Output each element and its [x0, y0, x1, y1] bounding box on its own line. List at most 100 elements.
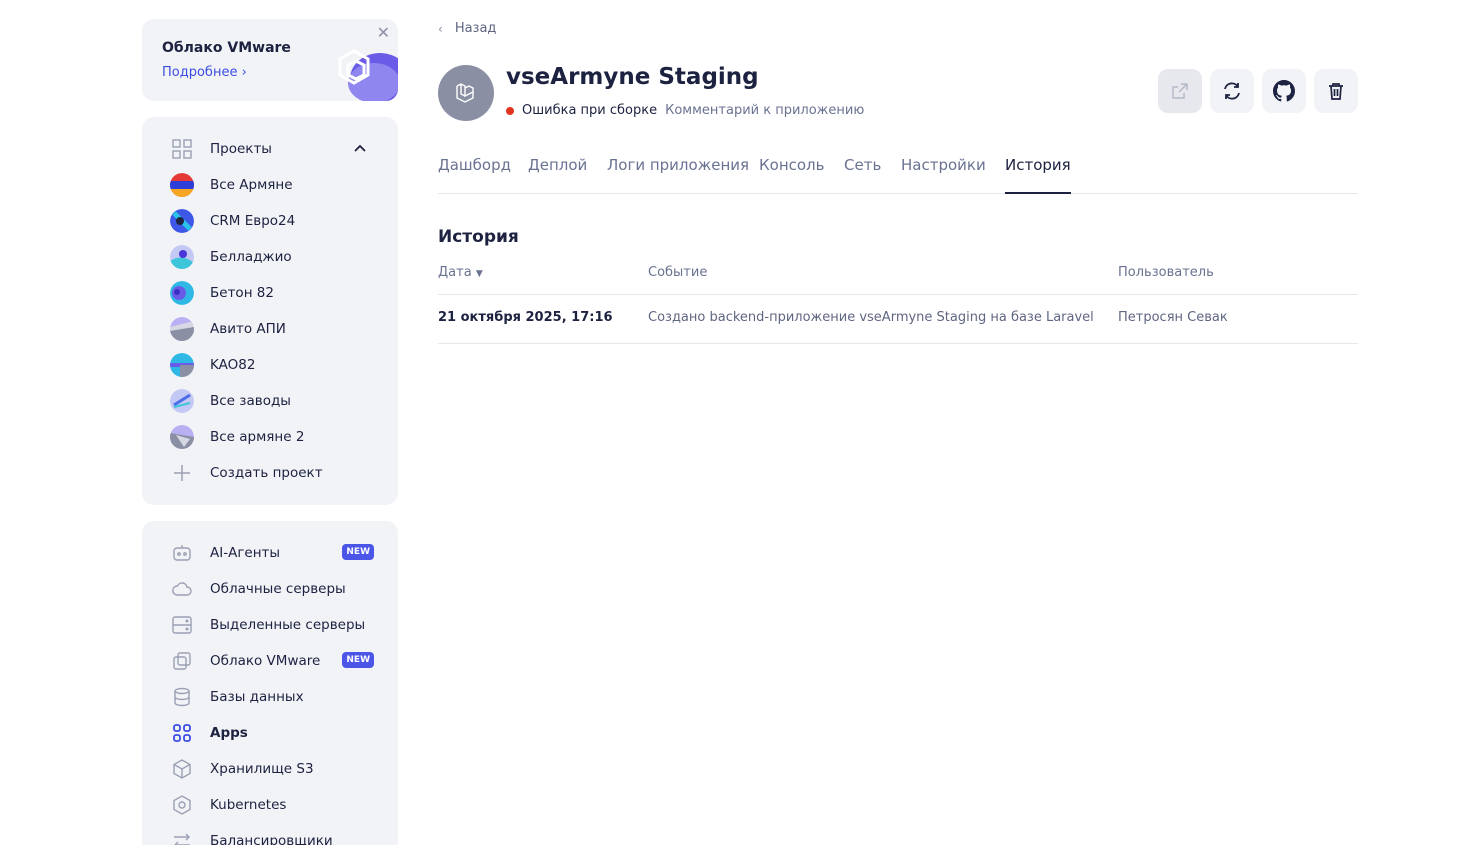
- create-project-label: Создать проект: [210, 465, 323, 481]
- server-icon: [170, 613, 194, 637]
- sidebar-item-label: Облако VMware: [210, 653, 321, 669]
- projects-header[interactable]: Проекты: [170, 137, 374, 161]
- project-item-vse-zavody[interactable]: Все заводы: [170, 389, 374, 413]
- project-avatar: [170, 317, 194, 341]
- project-item-beton-82[interactable]: Бетон 82: [170, 281, 374, 305]
- table-row-divider: [438, 343, 1358, 344]
- table-header-divider: [438, 294, 1358, 295]
- tab-console[interactable]: Консоль: [759, 156, 825, 194]
- project-avatar: [170, 425, 194, 449]
- tab-settings[interactable]: Настройки: [901, 156, 986, 194]
- apps-icon: [170, 721, 194, 745]
- column-header-date-label: Дата: [438, 265, 472, 280]
- sidebar-item-kubernetes[interactable]: Kubernetes: [170, 793, 374, 817]
- sidebar-item-label: Хранилище S3: [210, 761, 314, 777]
- cell-date: 21 октября 2025, 17:16: [438, 310, 613, 325]
- project-avatar: [170, 389, 194, 413]
- project-item-vse-armyane[interactable]: Все Армяне: [170, 173, 374, 197]
- project-label: Все армяне 2: [210, 429, 305, 445]
- back-link[interactable]: ‹ Назад: [438, 21, 496, 36]
- open-external-button[interactable]: [1158, 69, 1202, 113]
- tab-network[interactable]: Сеть: [844, 156, 881, 194]
- sidebar-item-databases[interactable]: Базы данных: [170, 685, 374, 709]
- project-label: KAO82: [210, 357, 256, 373]
- project-label: Бетон 82: [210, 285, 274, 301]
- vmware-illustration: [338, 49, 398, 101]
- sidebar-item-ai-agents[interactable]: AI-Агенты NEW: [170, 541, 374, 565]
- promo-more-link[interactable]: Подробнее ›: [162, 65, 247, 80]
- sidebar-item-balancers[interactable]: Балансировщики: [170, 829, 374, 845]
- github-icon: [1273, 80, 1295, 102]
- new-badge: NEW: [342, 652, 374, 668]
- column-header-event: Событие: [648, 265, 708, 280]
- project-avatar: [170, 353, 194, 377]
- sidebar-item-cloud-servers[interactable]: Облачные серверы: [170, 577, 374, 601]
- github-button[interactable]: [1262, 69, 1306, 113]
- redeploy-button[interactable]: [1210, 69, 1254, 113]
- chevron-up-icon[interactable]: [352, 141, 368, 157]
- status-dot: [506, 106, 514, 115]
- tab-history[interactable]: История: [1005, 156, 1071, 194]
- sidebar-item-label: Kubernetes: [210, 797, 287, 813]
- external-link-icon: [1172, 83, 1188, 99]
- project-item-bellagio[interactable]: Белладжио: [170, 245, 374, 269]
- sidebar-item-dedicated-servers[interactable]: Выделенные серверы: [170, 613, 374, 637]
- tab-deploy[interactable]: Деплой: [528, 156, 587, 194]
- refresh-icon: [1224, 82, 1240, 100]
- kubernetes-icon: [170, 793, 194, 817]
- plus-icon: [170, 461, 194, 485]
- projects-header-label: Проекты: [210, 141, 272, 157]
- chevron-right-icon: ›: [241, 65, 247, 80]
- vmware-icon: [170, 649, 194, 673]
- project-avatar: [170, 209, 194, 233]
- tab-dashboard[interactable]: Дашборд: [438, 156, 511, 194]
- laravel-logo: [438, 65, 494, 121]
- status-row: Ошибка при сборке Комментарий к приложен…: [506, 103, 864, 118]
- column-header-user: Пользователь: [1118, 265, 1214, 280]
- promo-more-label: Подробнее: [162, 65, 238, 80]
- comment-link[interactable]: Комментарий к приложению: [665, 103, 864, 118]
- project-label: Белладжио: [210, 249, 292, 265]
- project-label: CRM Евро24: [210, 213, 296, 229]
- cube-icon: [170, 757, 194, 781]
- cell-event: Создано backend-приложение vseArmyne Sta…: [648, 310, 1094, 325]
- project-item-vse-armyane-2[interactable]: Все армяне 2: [170, 425, 374, 449]
- project-avatar: [170, 281, 194, 305]
- sidebar-item-label: AI-Агенты: [210, 545, 281, 561]
- promo-title: Облако VMware: [162, 40, 291, 56]
- sidebar-item-label: Облачные серверы: [210, 581, 346, 597]
- sidebar-item-label: Балансировщики: [210, 833, 333, 845]
- tab-bar: Дашборд Деплой Логи приложения Консоль С…: [438, 150, 1358, 194]
- services-panel: AI-Агенты NEW Облачные серверы Выделенны…: [142, 521, 398, 845]
- sidebar-item-s3-storage[interactable]: Хранилище S3: [170, 757, 374, 781]
- project-item-avito-api[interactable]: Авито АПИ: [170, 317, 374, 341]
- tab-app-logs[interactable]: Логи приложения: [607, 156, 749, 194]
- app-title: vseArmyne Staging: [506, 64, 759, 90]
- create-project-button[interactable]: Создать проект: [170, 461, 374, 485]
- grid-icon: [170, 137, 194, 161]
- build-status: Ошибка при сборке: [522, 103, 658, 118]
- sidebar-item-vmware[interactable]: Облако VMware NEW: [170, 649, 374, 673]
- project-item-kao82[interactable]: KAO82: [170, 353, 374, 377]
- laravel-icon: [456, 83, 474, 103]
- trash-icon: [1329, 83, 1343, 100]
- project-label: Авито АПИ: [210, 321, 286, 337]
- sort-down-icon: ▼: [475, 269, 483, 279]
- project-avatar: [170, 245, 194, 269]
- column-header-date[interactable]: Дата ▼: [438, 265, 483, 280]
- database-icon: [170, 685, 194, 709]
- project-label: Все Армяне: [210, 177, 293, 193]
- cloud-icon: [170, 577, 194, 601]
- sidebar-item-label: Apps: [210, 725, 248, 741]
- history-title: История: [438, 227, 519, 247]
- new-badge: NEW: [342, 544, 374, 560]
- sidebar-item-label: Базы данных: [210, 689, 304, 705]
- projects-panel: Проекты Все Армяне CRM Евро24 Белладжио …: [142, 117, 398, 505]
- delete-button[interactable]: [1314, 69, 1358, 113]
- project-avatar: [170, 173, 194, 197]
- robot-icon: [170, 541, 194, 565]
- back-label: Назад: [454, 21, 497, 36]
- sidebar-item-apps[interactable]: Apps: [170, 721, 374, 745]
- project-item-crm-euro24[interactable]: CRM Евро24: [170, 209, 374, 233]
- project-label: Все заводы: [210, 393, 291, 409]
